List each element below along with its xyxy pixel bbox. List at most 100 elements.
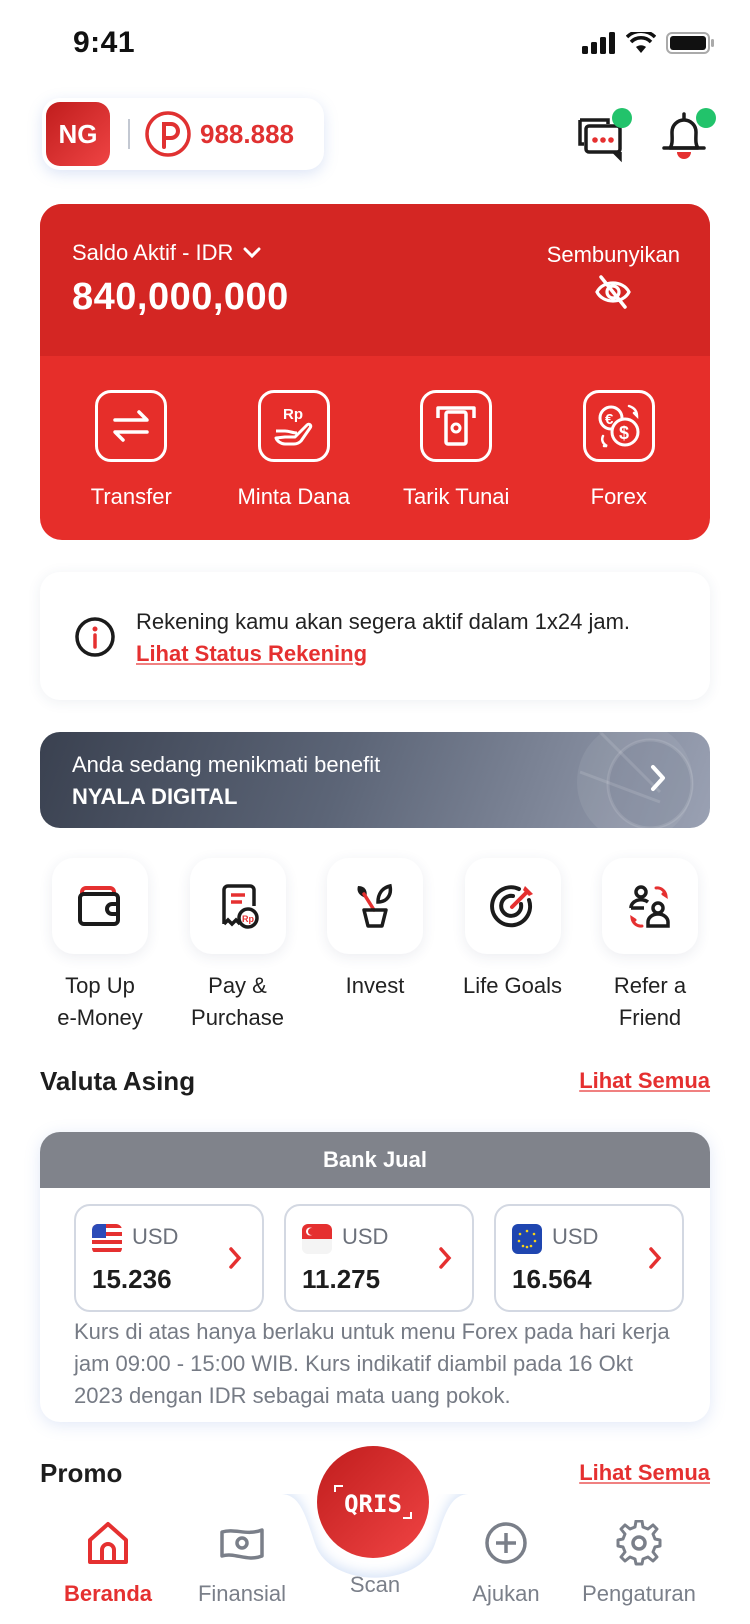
shortcut-label: Invest — [345, 973, 405, 998]
svg-text:QRIS: QRIS — [344, 1490, 402, 1518]
nav-label: Beranda — [63, 1581, 153, 1606]
shortcut-pay-purchase[interactable]: Rp Pay & Purchase — [178, 858, 298, 1034]
chevron-right-icon — [649, 1247, 662, 1269]
nav-label: Ajukan — [472, 1581, 540, 1606]
request-money-label: Minta Dana — [237, 484, 350, 509]
forex-tab-bank-sell[interactable]: Bank Jual — [40, 1132, 710, 1188]
eye-off-icon — [595, 275, 632, 309]
forex-currency-code: USD — [342, 1224, 389, 1249]
account-status-message: Rekening kamu akan segera aktif dalam 1x… — [136, 609, 631, 634]
shortcut-top-up[interactable]: Top Up e-Money — [40, 858, 160, 1034]
shortcut-life-goals[interactable]: Life Goals — [453, 858, 573, 1034]
forex-rate-item[interactable]: USD 15.236 — [74, 1204, 264, 1312]
forex-rate-value: 16.564 — [512, 1264, 592, 1294]
battery-icon — [666, 32, 714, 54]
nav-home[interactable]: Beranda — [38, 1520, 178, 1607]
points-icon — [145, 111, 191, 157]
forex-rate-item[interactable]: USD 11.275 — [284, 1204, 474, 1312]
balance-label: Saldo Aktif - IDR — [72, 240, 234, 265]
benefit-tier: NYALA DIGITAL — [72, 784, 238, 809]
nav-scan-label[interactable]: Scan — [305, 1572, 445, 1598]
forex-disclaimer: Kurs di atas hanya berlaku untuk menu Fo… — [74, 1319, 670, 1408]
forex-rate-value: 11.275 — [302, 1264, 381, 1294]
shortcut-label: Refer a Friend — [613, 973, 687, 1030]
forex-button[interactable]: € $ Forex — [544, 390, 694, 510]
promo-see-all-link[interactable]: Lihat Semua — [579, 1460, 710, 1486]
forex-card: Bank Jual USD 15.236 USD 11.275 USD 16.5… — [40, 1132, 710, 1422]
target-icon — [489, 885, 533, 928]
shortcut-invest[interactable]: Invest — [315, 858, 435, 1034]
money-icon — [220, 1528, 264, 1560]
qris-logo-icon: QRIS — [334, 1485, 412, 1519]
scan-qris-button[interactable]: QRIS — [317, 1446, 429, 1558]
wallet-icon — [78, 886, 120, 926]
home-icon — [88, 1522, 128, 1564]
shortcut-refer-friend[interactable]: Refer a Friend — [590, 858, 710, 1034]
hide-balance-label: Sembunyikan — [546, 242, 680, 267]
forex-rate-item[interactable]: USD 16.564 — [494, 1204, 684, 1312]
shortcut-label: Pay & Purchase — [191, 973, 284, 1030]
benefit-text: Anda sedang menikmati benefit — [72, 752, 381, 777]
header-actions — [574, 108, 716, 164]
forex-icon: € $ — [582, 390, 655, 462]
cash-withdraw-label: Tarik Tunai — [403, 484, 510, 509]
nav-finansial[interactable]: Finansial — [172, 1520, 312, 1607]
promo-section-title: Promo — [40, 1458, 123, 1488]
status-bar: 9:41 — [0, 0, 750, 90]
account-status-card: Rekening kamu akan segera aktif dalam 1x… — [40, 572, 710, 700]
notification-dot — [612, 108, 632, 128]
request-money-button[interactable]: Rp Minta Dana — [219, 390, 369, 510]
chat-button[interactable] — [574, 108, 632, 164]
cash-withdraw-button[interactable]: Tarik Tunai — [381, 390, 531, 510]
atm-withdraw-icon — [420, 390, 493, 462]
status-time: 9:41 — [73, 26, 136, 59]
transfer-button[interactable]: Transfer — [56, 390, 206, 510]
benefit-banner[interactable]: Anda sedang menikmati benefit NYALA DIGI… — [40, 732, 710, 828]
quick-actions: Transfer Rp Minta Dana Tarik Tunai € $ F… — [40, 356, 710, 510]
transfer-icon — [95, 390, 168, 462]
forex-see-all-link[interactable]: Lihat Semua — [579, 1068, 710, 1094]
chevron-right-icon — [229, 1247, 242, 1269]
transfer-label: Transfer — [90, 484, 172, 509]
info-icon — [75, 617, 115, 657]
us-flag-icon — [92, 1224, 122, 1254]
refer-icon — [629, 885, 670, 928]
balance-summary: Saldo Aktif - IDR 840,000,000 Sembunyika… — [40, 204, 710, 356]
divider — [128, 119, 130, 149]
balance-card: Saldo Aktif - IDR 840,000,000 Sembunyika… — [40, 204, 710, 540]
forex-rates: USD 15.236 USD 11.275 USD 16.564 — [40, 1188, 710, 1312]
eu-flag-icon — [512, 1224, 542, 1254]
hide-balance-button[interactable]: Sembunyikan — [547, 242, 680, 310]
account-status-link[interactable]: Lihat Status Rekening — [136, 638, 630, 670]
nav-label: Finansial — [197, 1581, 287, 1606]
plant-icon — [357, 883, 393, 928]
forex-label: Forex — [590, 484, 647, 509]
plus-circle-icon — [485, 1522, 527, 1564]
account-selector[interactable]: Saldo Aktif - IDR — [72, 240, 261, 266]
forex-currency-code: USD — [132, 1224, 179, 1249]
nav-pengaturan[interactable]: Pengaturan — [569, 1519, 709, 1607]
wifi-icon — [626, 32, 656, 53]
gear-icon — [616, 1519, 662, 1566]
shortcut-label: Top Up e-Money — [57, 973, 143, 1030]
request-money-icon: Rp — [257, 390, 330, 462]
balance-amount: 840,000,000 — [72, 276, 289, 318]
svg-text:Rp: Rp — [242, 914, 254, 924]
nav-ajukan[interactable]: Ajukan — [436, 1520, 576, 1607]
svg-text:Rp: Rp — [283, 406, 303, 423]
shortcut-menu: Top Up e-Money Rp Pay & Purchase Invest — [40, 858, 710, 1034]
notification-button[interactable] — [658, 108, 716, 164]
notification-dot — [696, 108, 716, 128]
signal-icon — [582, 32, 615, 54]
avatar[interactable]: NG — [46, 102, 110, 166]
points-value: 988.888 — [200, 118, 294, 149]
forex-currency-code: USD — [552, 1224, 599, 1249]
chevron-right-icon — [651, 765, 665, 791]
bill-icon: Rp — [221, 884, 259, 929]
profile-points-pill[interactable]: NG 988.888 — [42, 98, 324, 170]
shortcut-label: Life Goals — [462, 973, 563, 998]
chevron-down-icon — [243, 247, 261, 259]
forex-rate-value: 15.236 — [92, 1264, 172, 1294]
status-icons — [582, 32, 714, 54]
svg-text:$: $ — [619, 423, 629, 443]
